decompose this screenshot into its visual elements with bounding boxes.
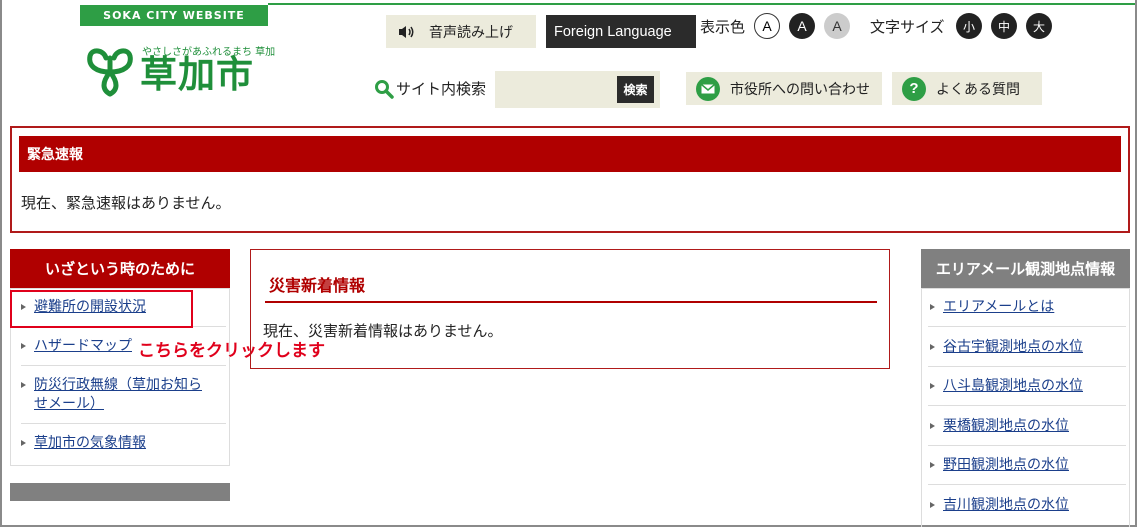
yoshikawa-water-level-link[interactable]: 吉川観測地点の水位: [943, 496, 1069, 515]
search-input[interactable]: [501, 77, 611, 101]
voice-readout-label: 音声読み上げ: [429, 24, 513, 41]
faq-button[interactable]: ? よくある質問: [892, 72, 1042, 105]
contact-city-hall-label: 市役所への問い合わせ: [730, 81, 870, 98]
question-icon: ?: [902, 76, 926, 101]
list-item: 八斗島観測地点の水位: [930, 377, 1083, 396]
faq-label: よくある質問: [936, 81, 1020, 98]
font-size-small-button[interactable]: 小: [956, 13, 982, 39]
list-item: 防災行政無線（草加お知らせメール）: [21, 376, 211, 414]
foreign-language-button[interactable]: Foreign Language: [546, 15, 696, 48]
noda-water-level-link[interactable]: 野田観測地点の水位: [943, 456, 1069, 475]
font-size-label: 文字サイズ: [870, 18, 945, 36]
area-mail-panel-title: エリアメール観測地点情報: [921, 249, 1130, 288]
speaker-icon: [399, 25, 414, 38]
contact-city-hall-button[interactable]: 市役所への問い合わせ: [686, 72, 882, 105]
triangle-bullet-icon: [930, 462, 935, 468]
divider: [928, 405, 1126, 406]
header-top-line: [268, 3, 1135, 5]
click-highlight-box: [10, 290, 193, 328]
list-item: 谷古宇観測地点の水位: [930, 338, 1083, 357]
clover-logo-icon: [87, 48, 133, 97]
preparedness-panel-title: いざという時のために: [10, 249, 230, 288]
yakou-water-level-link[interactable]: 谷古宇観測地点の水位: [943, 338, 1083, 357]
area-mail-list: エリアメールとは 谷古宇観測地点の水位 八斗島観測地点の水位 栗橋観測地点の水位…: [921, 288, 1130, 527]
voice-readout-button[interactable]: 音声読み上げ: [386, 15, 536, 48]
disaster-radio-link[interactable]: 防災行政無線（草加お知らせメール）: [34, 376, 209, 414]
weather-info-link[interactable]: 草加市の気象情報: [34, 434, 146, 453]
hazard-map-link[interactable]: ハザードマップ: [34, 337, 132, 356]
disaster-news-title: 災害新着情報: [269, 276, 366, 295]
list-item: エリアメールとは: [930, 298, 1054, 317]
list-item: 栗橋観測地点の水位: [930, 417, 1069, 436]
emergency-alert-body: 現在、緊急速報はありません。: [21, 194, 231, 212]
emergency-alert-title: 緊急速報: [19, 136, 1121, 172]
triangle-bullet-icon: [930, 304, 935, 310]
triangle-bullet-icon: [21, 343, 26, 349]
triangle-bullet-icon: [21, 440, 26, 446]
font-size-large-button[interactable]: 大: [1026, 13, 1052, 39]
area-mail-about-link[interactable]: エリアメールとは: [943, 298, 1054, 317]
search-box: 検索: [495, 71, 660, 108]
disaster-news-rule: [265, 301, 877, 303]
mail-icon: [696, 76, 720, 101]
display-color-label: 表示色: [700, 18, 746, 36]
search-button[interactable]: 検索: [617, 76, 654, 103]
list-item: ハザードマップ: [21, 337, 132, 356]
yattajima-water-level-link[interactable]: 八斗島観測地点の水位: [943, 377, 1083, 396]
kurihashi-water-level-link[interactable]: 栗橋観測地点の水位: [943, 417, 1069, 436]
divider: [928, 484, 1126, 485]
disaster-news-panel: 災害新着情報 現在、災害新着情報はありません。: [250, 249, 890, 369]
list-item: 吉川観測地点の水位: [930, 496, 1069, 515]
site-logo[interactable]: やさしさがあふれるまち 草加 草加市: [82, 38, 275, 100]
triangle-bullet-icon: [930, 423, 935, 429]
font-size-medium-button[interactable]: 中: [991, 13, 1017, 39]
triangle-bullet-icon: [21, 382, 26, 388]
color-black-button[interactable]: A: [789, 13, 815, 39]
list-item: 草加市の気象情報: [21, 434, 146, 453]
search-icon: [375, 79, 394, 99]
site-search-label: サイト内検索: [374, 78, 486, 99]
divider: [928, 326, 1126, 327]
divider: [928, 445, 1126, 446]
color-white-button[interactable]: A: [754, 13, 780, 39]
triangle-bullet-icon: [930, 502, 935, 508]
list-item: 野田観測地点の水位: [930, 456, 1069, 475]
site-search-label-text: サイト内検索: [396, 80, 487, 98]
logo-name: 草加市: [140, 53, 254, 96]
site-tag: SOKA CITY WEBSITE: [80, 5, 268, 26]
triangle-bullet-icon: [930, 383, 935, 389]
divider: [928, 366, 1126, 367]
divider: [21, 365, 226, 366]
color-gray-button[interactable]: A: [824, 13, 850, 39]
gray-banner-bar: [10, 483, 230, 501]
disaster-news-body: 現在、災害新着情報はありません。: [263, 322, 503, 340]
emergency-alert-section: 緊急速報 現在、緊急速報はありません。: [10, 126, 1130, 233]
triangle-bullet-icon: [930, 344, 935, 350]
divider: [21, 423, 226, 424]
